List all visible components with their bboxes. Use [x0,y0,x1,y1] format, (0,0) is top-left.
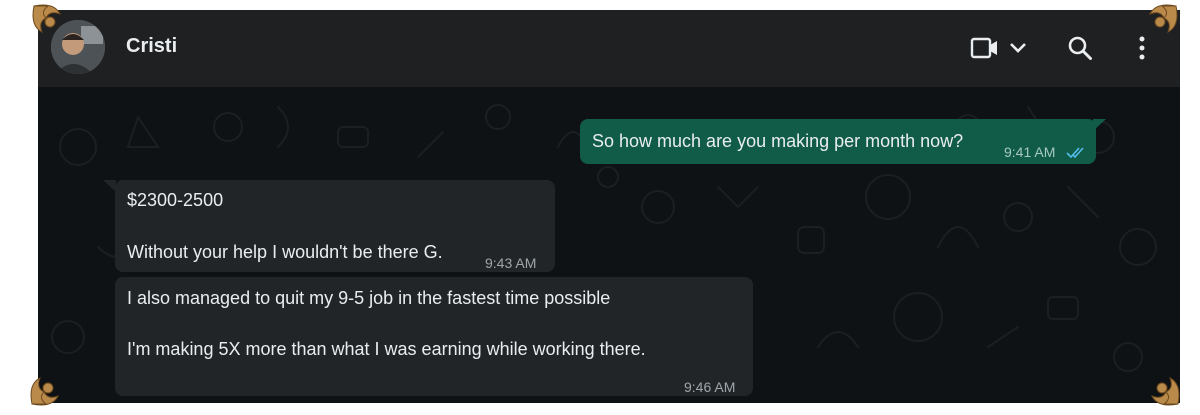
contact-name[interactable]: Cristi [126,35,177,58]
corner-ornament-top-left [32,4,62,34]
search-icon[interactable] [1067,35,1093,66]
chevron-down-icon[interactable] [1008,40,1028,61]
incoming-message[interactable]: $2300-2500 Without your help I wouldn't … [115,180,555,272]
message-time: 9:41 AM [1004,144,1056,160]
outgoing-message[interactable]: So how much are you making per month now… [580,119,1096,164]
double-check-icon [1066,142,1088,166]
message-time: 9:43 AM [485,255,537,271]
corner-ornament-top-right [1148,4,1178,34]
message-text: Without your help I wouldn't be there G. [127,242,443,262]
outgoing-bubble-tail [1093,119,1106,131]
chat-window: Cristi So how much are you making per mo… [38,10,1180,403]
message-time: 9:46 AM [684,379,736,395]
message-text: I also managed to quit my 9-5 job in the… [127,288,611,308]
incoming-bubble-tail [103,180,116,192]
incoming-message[interactable]: I also managed to quit my 9-5 job in the… [115,277,753,396]
video-camera-icon[interactable] [970,36,1000,65]
message-list[interactable]: So how much are you making per month now… [38,87,1180,403]
message-text: So how much are you making per month now… [592,131,964,151]
message-text: I'm making 5X more than what I was earni… [127,339,646,359]
corner-ornament-bottom-left [30,376,60,406]
chat-header: Cristi [38,10,1180,87]
corner-ornament-bottom-right [1150,376,1180,406]
message-text: $2300-2500 [127,190,224,210]
